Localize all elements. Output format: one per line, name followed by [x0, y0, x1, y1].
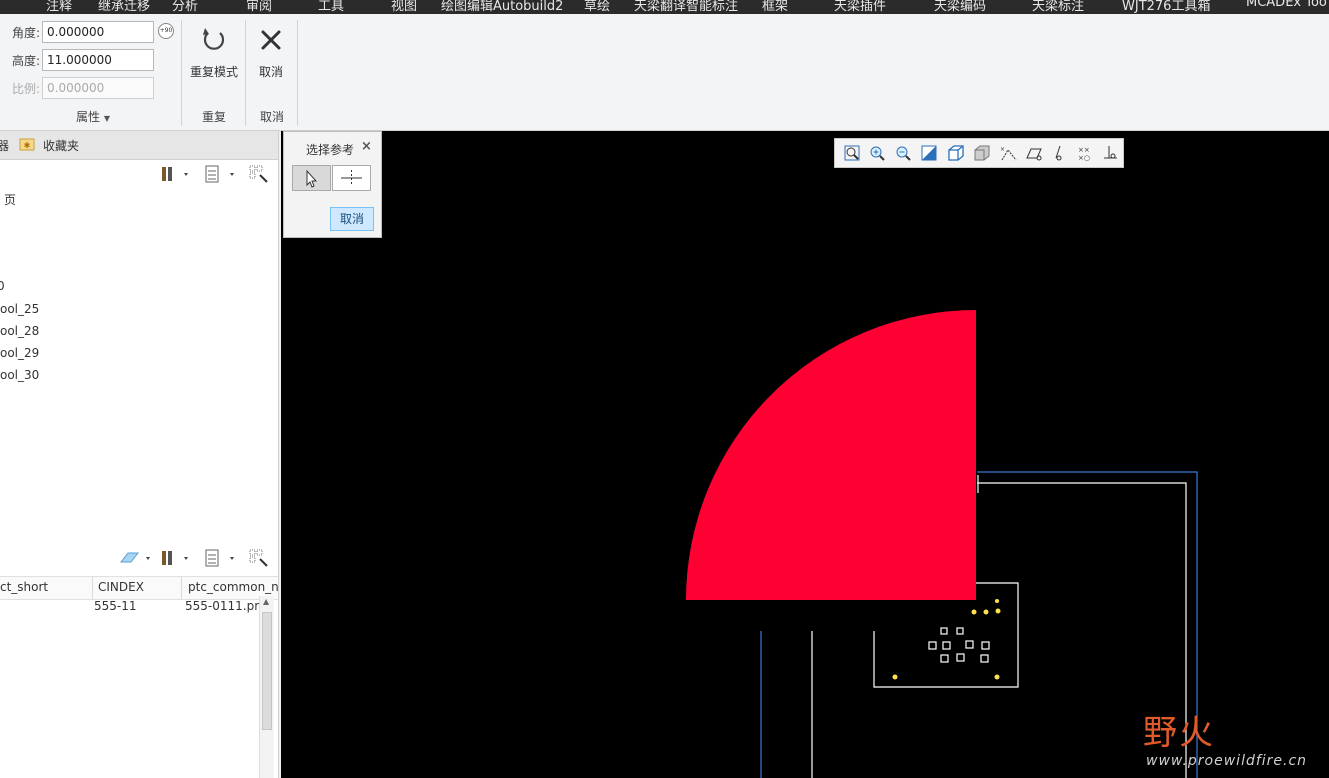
menu-wjt276-toolbox[interactable]: WJT276工具箱 — [1122, 0, 1210, 14]
grid-filter-icon[interactable] — [249, 549, 269, 570]
csys-display-icon[interactable]: ×× ×○ — [1076, 144, 1096, 165]
graphics-canvas[interactable]: × ×× ×○ 野火 www.proewildfire.cn — [281, 131, 1329, 778]
crosshair-icon — [341, 170, 362, 186]
folder-star-icon: ✱ — [19, 136, 35, 152]
cancel-button[interactable]: 取消 — [252, 24, 290, 80]
menu-autobuild[interactable]: 绘图编辑Autobuild2 — [441, 0, 563, 14]
table-header: ct_short CINDEX ptc_common_n — [0, 576, 279, 600]
properties-group-button[interactable]: 属性 ▼ — [76, 108, 110, 125]
ribbon-separator — [245, 20, 246, 126]
menu-bar: 注释 继承迁移 分析 审阅 工具 视图 绘图编辑Autobuild2 草绘 天梁… — [0, 0, 1329, 14]
select-reference-dialog: 选择参考 × 取消 — [283, 131, 382, 238]
saved-orientation-icon[interactable] — [946, 144, 966, 165]
ratio-label: 比例: — [12, 82, 41, 96]
properties-label: 属性 — [76, 110, 101, 124]
repeat-icon — [203, 28, 225, 50]
menu-frame[interactable]: 框架 — [762, 0, 788, 14]
svg-text:×○: ×○ — [1078, 154, 1090, 162]
zoom-in-icon[interactable] — [868, 144, 886, 165]
column-header[interactable]: ptc_common_n — [188, 580, 279, 594]
menu-review[interactable]: 审阅 — [246, 0, 272, 14]
settings-tools-icon[interactable] — [160, 549, 192, 570]
menu-tianliang-dimension[interactable]: 天梁标注 — [1032, 0, 1084, 14]
ribbon-separator — [297, 20, 298, 126]
eraser-icon[interactable] — [118, 549, 156, 570]
angle-input[interactable] — [42, 21, 154, 43]
height-label: 高度: — [12, 54, 41, 68]
column-header[interactable]: ct_short — [0, 580, 48, 594]
datum-planes-icon[interactable] — [1024, 144, 1044, 165]
menu-mcadex[interactable]: MCADEx Too — [1246, 0, 1327, 10]
panel-tab-bar: 器 ✱ 收藏夹 — [0, 131, 278, 160]
display-style-icon[interactable] — [972, 144, 992, 165]
watermark-logo: 野火 — [1143, 713, 1215, 753]
table-scrollbar[interactable]: ▲ — [259, 596, 274, 778]
datum-axes-icon[interactable]: × — [998, 144, 1018, 165]
close-icon — [261, 30, 281, 50]
list-item[interactable]: 页 — [4, 191, 16, 208]
column-header[interactable]: CINDEX — [98, 580, 144, 594]
repaint-icon[interactable] — [920, 144, 938, 165]
height-input[interactable] — [42, 49, 154, 71]
yellow-marker-stars — [892, 599, 1001, 680]
list-item[interactable]: ool_28 — [0, 324, 39, 338]
list-item[interactable]: ool_25 — [0, 302, 39, 316]
tab-partial[interactable]: 器 — [0, 137, 9, 154]
view-toolbar: × ×× ×○ — [834, 138, 1124, 168]
crosshair-mode-button[interactable] — [332, 165, 371, 191]
datum-points-icon[interactable] — [1050, 144, 1070, 165]
cancel-label: 取消 — [258, 65, 283, 79]
menu-view[interactable]: 视图 — [391, 0, 417, 14]
list-item[interactable]: 0 — [0, 279, 5, 293]
zoom-out-icon[interactable] — [894, 144, 912, 165]
ribbon-separator — [181, 20, 182, 126]
grid-filter-icon[interactable] — [249, 165, 269, 186]
menu-annotate[interactable]: 注释 — [46, 0, 72, 14]
dialog-title: 选择参考 — [306, 143, 355, 157]
annotation-display-icon[interactable] — [1101, 144, 1121, 165]
cancel-group-label: 取消 — [260, 110, 285, 124]
repeat-mode-button[interactable]: 重复模式 — [188, 24, 240, 80]
caret-down-icon: ▼ — [103, 114, 110, 123]
svg-text:✱: ✱ — [24, 141, 31, 150]
refit-icon[interactable] — [843, 144, 861, 165]
close-icon[interactable]: × — [361, 139, 372, 154]
tab-favorites[interactable]: 收藏夹 — [43, 137, 79, 154]
scroll-thumb[interactable] — [262, 612, 272, 730]
menu-analysis[interactable]: 分析 — [172, 0, 198, 14]
settings-tools-icon[interactable] — [160, 165, 192, 186]
repeat-group-label: 重复 — [202, 110, 227, 124]
navigator-panel: 器 ✱ 收藏夹 页 0 ool_25 ool_28 ool_29 ool_30 … — [0, 131, 279, 778]
red-sector — [686, 310, 976, 600]
list-item[interactable]: ool_29 — [0, 346, 39, 360]
menu-tools[interactable]: 工具 — [318, 0, 344, 14]
menu-tianliang-code[interactable]: 天梁编码 — [934, 0, 986, 14]
list-item[interactable]: ool_30 — [0, 368, 39, 382]
ratio-input — [42, 77, 154, 99]
canvas-drawing — [686, 310, 1198, 778]
cursor-arrow-icon — [306, 169, 318, 188]
menu-sketch[interactable]: 草绘 — [584, 0, 610, 14]
menu-tianliang-plugin[interactable]: 天梁插件 — [834, 0, 886, 14]
angle-label: 角度: — [12, 26, 41, 40]
scroll-up-icon[interactable]: ▲ — [263, 597, 269, 606]
dialog-cancel-button[interactable]: 取消 — [330, 207, 374, 231]
svg-text:×: × — [1000, 146, 1005, 153]
plus90-button[interactable]: +90 — [158, 23, 174, 39]
svg-text:××: ×× — [1078, 146, 1090, 154]
ribbon: 角度: +90 高度: 比例: 属性 ▼ 重复模式 重复 取消 取消 — [0, 14, 1329, 131]
table-cell: 555-0111.prt — [185, 599, 264, 613]
list-view-icon[interactable] — [204, 549, 238, 570]
menu-inherit-migrate[interactable]: 继承迁移 — [98, 0, 150, 14]
list-view-icon[interactable] — [204, 165, 238, 186]
detail-squares — [928, 627, 990, 663]
select-mode-button[interactable] — [292, 165, 331, 191]
watermark-url: www.proewildfire.cn — [1146, 753, 1308, 769]
column-divider[interactable] — [181, 577, 182, 599]
column-divider[interactable] — [92, 577, 93, 599]
repeat-mode-label: 重复模式 — [189, 65, 238, 79]
table-cell: 555-11 — [94, 599, 137, 613]
menu-tianliang-translate[interactable]: 天梁翻译智能标注 — [634, 0, 738, 14]
